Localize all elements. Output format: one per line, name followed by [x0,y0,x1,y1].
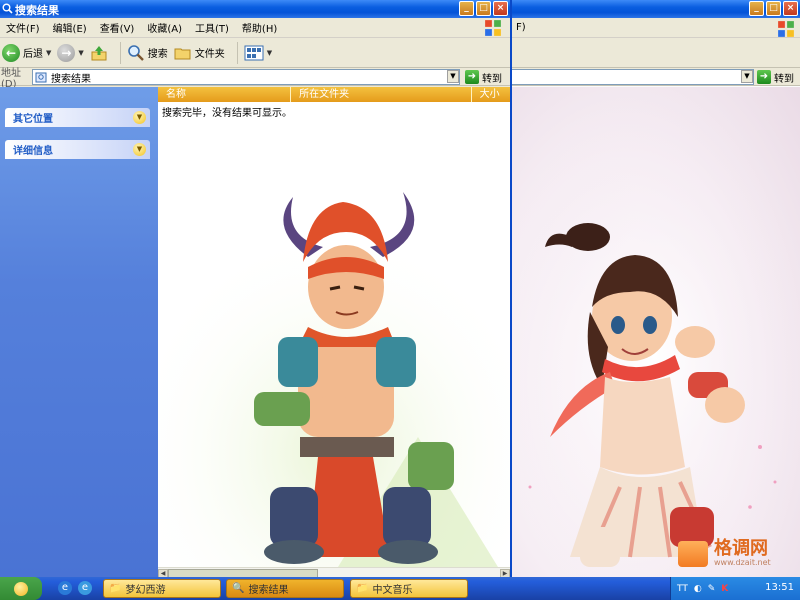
menu-view[interactable]: 查看(V) [96,20,139,35]
menu-tools[interactable]: 工具(T) [191,20,233,35]
close-button[interactable]: × [493,1,508,16]
column-folder[interactable]: 所在文件夹 [291,87,472,102]
site-watermark: 格调网 www.dzait.net [678,540,771,567]
clock: 13:51 [765,582,794,593]
folders-icon [174,48,191,59]
bg-address-input[interactable] [510,69,754,85]
background-window-titlebar[interactable]: _ □ × [510,0,800,18]
folders-label: 文件夹 [194,49,225,60]
toolbar-separator [236,41,238,64]
toolbar: ← 后退 ▼ → ▼ 搜索 文件夹 ▼ [0,38,510,68]
bg-window-content [510,87,800,577]
menu-help[interactable]: 帮助(H) [238,20,281,35]
task-label-music: 中文音乐 [372,585,413,596]
go-arrow-icon: ➜ [757,70,771,84]
search-icon [2,3,13,14]
watermark-text: 格调网 [714,538,768,559]
bg-menu-fragment[interactable]: F) [512,22,530,33]
tray-text[interactable]: TT [677,584,688,594]
panel-details-label: 详细信息 [13,146,53,157]
column-name[interactable]: 名称 [158,87,292,102]
folder-icon: 📁 [356,583,369,594]
search-results-icon [35,72,47,83]
menu-edit[interactable]: 编辑(E) [49,20,91,35]
folder-icon: 📁 [109,583,122,594]
task-pane: 其它位置 ▼ 详细信息 ▼ [0,87,158,578]
bg-go-label: 转到 [774,73,794,85]
address-label: 地址(D) [1,67,21,90]
bg-maximize-button[interactable]: □ [766,1,781,16]
search-button[interactable]: 搜索 [127,44,168,62]
task-button-game[interactable]: 📁 梦幻西游 [103,579,221,598]
bg-menubar: F) [510,18,800,38]
search-icon [127,44,144,61]
maximize-button[interactable]: □ [476,1,491,16]
windows-logo-icon [14,581,28,596]
bg-minimize-button[interactable]: _ [749,1,764,16]
go-button[interactable]: ➜ 转到 [465,69,502,85]
results-pane: 名称 所在文件夹 大小 搜索完毕，没有结果可显示。 ◀ ▶ [158,87,510,578]
back-arrow-icon: ← [2,43,20,62]
menubar: 文件(F) 编辑(E) 查看(V) 收藏(A) 工具(T) 帮助(H) [0,18,510,38]
start-button[interactable] [0,577,42,600]
search-status-text: 搜索完毕，没有结果可显示。 [162,108,292,119]
tray-icon[interactable]: ✎ [708,584,716,594]
task-button-music[interactable]: 📁 中文音乐 [350,579,468,598]
address-input[interactable]: 搜索结果 [32,69,460,85]
menu-favorites[interactable]: 收藏(A) [143,20,186,35]
folders-button[interactable]: 文件夹 [174,44,225,62]
chevron-down-icon[interactable]: ▼ [133,143,146,156]
task-label-game: 梦幻西游 [125,585,166,596]
bg-address-dropdown[interactable]: ▼ [741,70,753,83]
bg-go-button[interactable]: ➜ 转到 [757,69,794,85]
ie-icon[interactable]: e [58,581,72,595]
ie-icon[interactable]: e [78,581,92,595]
main-titlebar[interactable]: 搜索结果 _ □ × [0,0,510,18]
chevron-down-icon[interactable]: ▼ [133,111,146,124]
panel-other-places[interactable]: 其它位置 ▼ [5,108,150,127]
girl-character-illustration [510,87,800,577]
windows-logo-icon [778,21,794,37]
tray-icon[interactable]: ◐ [694,584,702,594]
menu-file[interactable]: 文件(F) [2,20,44,35]
address-value: 搜索结果 [51,73,91,85]
chevron-down-icon[interactable]: ▼ [46,49,51,57]
forward-button[interactable]: → ▼ [57,43,84,62]
bg-toolbar [510,38,800,68]
forward-arrow-icon: → [57,43,76,62]
toolbar-separator [119,41,121,64]
task-button-search[interactable]: 🔍 搜索结果 [226,579,344,598]
chevron-down-icon[interactable]: ▼ [267,49,272,57]
tray-icon[interactable]: K [721,584,728,594]
go-label: 转到 [482,73,502,85]
back-label: 后退 [23,49,43,60]
search-label: 搜索 [147,49,168,60]
minimize-button[interactable]: _ [459,1,474,16]
go-arrow-icon: ➜ [465,70,479,84]
background-window[interactable]: _ □ × F) ▼ ➜ 转到 [510,0,800,577]
views-button[interactable]: ▼ [244,45,272,61]
up-folder-button[interactable] [90,44,108,62]
views-icon [244,45,264,60]
warrior-character-illustration [158,187,510,567]
bg-addressbar: ▼ ➜ 转到 [510,68,800,86]
panel-details[interactable]: 详细信息 ▼ [5,140,150,159]
column-size[interactable]: 大小 [472,87,510,102]
chevron-down-icon[interactable]: ▼ [78,49,83,57]
task-label-search: 搜索结果 [248,585,289,596]
main-explorer-window[interactable]: 搜索结果 _ □ × 文件(F) 编辑(E) 查看(V) 收藏(A) 工具(T)… [0,0,512,578]
bg-close-button[interactable]: × [783,1,798,16]
addressbar: 地址(D) 搜索结果 ▼ ➜ 转到 [0,68,510,90]
column-header: 名称 所在文件夹 大小 [158,87,510,102]
watermark-logo [678,540,708,567]
up-folder-icon [91,45,107,60]
address-dropdown[interactable]: ▼ [447,70,459,83]
search-icon: 🔍 [232,583,245,594]
panel-other-places-label: 其它位置 [13,114,53,125]
windows-logo-icon [485,20,501,36]
back-button[interactable]: ← 后退 ▼ [2,43,51,62]
taskbar: e e 📁 梦幻西游 🔍 搜索结果 📁 中文音乐 TT ◐ ✎ K 13:51 [0,577,800,600]
watermark-url: www.dzait.net [714,558,771,567]
window-title: 搜索结果 [15,4,59,17]
